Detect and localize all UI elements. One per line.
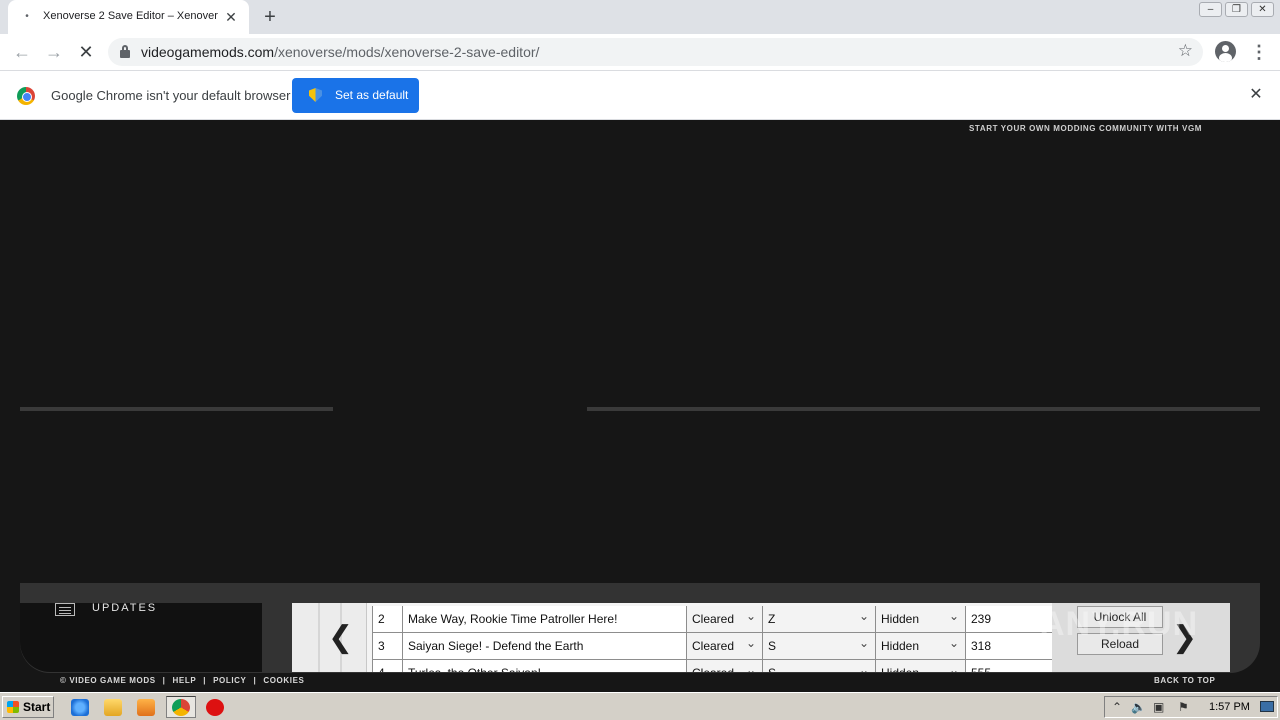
show-desktop-icon[interactable] bbox=[1260, 701, 1274, 712]
taskbar: Start ⌃ 🔈 ▣ ⚑ 1:57 PM bbox=[0, 692, 1280, 720]
tab-title: Xenoverse 2 Save Editor – Xenovers bbox=[43, 10, 218, 22]
back-button[interactable]: ← bbox=[10, 40, 34, 64]
stop-sign-icon[interactable] bbox=[206, 699, 224, 716]
window-controls: – ❐ ✕ bbox=[1199, 2, 1274, 17]
infobar-message: Google Chrome isn't your default browser bbox=[51, 88, 291, 103]
value-cell: 318 bbox=[965, 633, 1052, 659]
uac-shield-icon bbox=[309, 88, 322, 102]
footer-link-help[interactable]: HELP bbox=[173, 676, 197, 685]
rank-select[interactable]: Z bbox=[762, 606, 875, 632]
row-number: 4 bbox=[372, 660, 402, 672]
media-player-icon[interactable] bbox=[137, 699, 155, 716]
gallery-prev-arrow-icon[interactable]: ❮ bbox=[328, 623, 353, 653]
footer-separator: | bbox=[162, 676, 166, 685]
table-row: 3 Saiyan Siege! - Defend the Earth Clear… bbox=[372, 633, 1052, 660]
tab-strip: • Xenoverse 2 Save Editor – Xenovers ✕ +… bbox=[0, 0, 1280, 34]
lock-icon[interactable] bbox=[120, 45, 130, 58]
rank-select[interactable]: S bbox=[762, 633, 875, 659]
status-select[interactable]: Cleared bbox=[686, 660, 762, 672]
visibility-select[interactable]: Hidden bbox=[875, 633, 965, 659]
footer-separator: | bbox=[253, 676, 257, 685]
set-as-default-button[interactable]: Set as default bbox=[292, 78, 419, 113]
url-host: videogamemods.com bbox=[141, 44, 275, 60]
chrome-taskbar-button[interactable] bbox=[166, 696, 196, 718]
mission-table: 2 Make Way, Rookie Time Patroller Here! … bbox=[372, 603, 1052, 672]
browser-menu-icon[interactable]: ⋮ bbox=[1250, 42, 1268, 62]
start-label: Start bbox=[23, 700, 51, 714]
volume-icon[interactable]: 🔈 bbox=[1131, 701, 1146, 713]
table-row: 2 Make Way, Rookie Time Patroller Here! … bbox=[372, 606, 1052, 633]
address-bar[interactable]: videogamemods.com/xenoverse/mods/xenover… bbox=[108, 38, 1203, 66]
tab-close-icon[interactable]: ✕ bbox=[223, 9, 239, 25]
footer-links: © VIDEO GAME MODS | HELP | POLICY | COOK… bbox=[60, 676, 304, 685]
value-cell: 239 bbox=[965, 606, 1052, 632]
status-select[interactable]: Cleared bbox=[686, 606, 762, 632]
anyrun-watermark: ANY.RUN bbox=[1040, 605, 1199, 643]
visibility-select[interactable]: Hidden bbox=[875, 606, 965, 632]
windows-logo-icon bbox=[7, 701, 19, 713]
list-icon bbox=[55, 603, 75, 616]
stop-loading-button[interactable]: ✕ bbox=[74, 40, 98, 64]
table-row: 4 Turles, the Other Saiyan! Cleared S Hi… bbox=[372, 660, 1052, 672]
chrome-icon bbox=[172, 699, 190, 716]
mission-name: Saiyan Siege! - Defend the Earth bbox=[402, 633, 686, 659]
divider-right bbox=[587, 407, 1260, 411]
back-to-top-link[interactable]: BACK TO TOP bbox=[1154, 676, 1215, 685]
divider-left bbox=[20, 407, 333, 411]
row-number: 2 bbox=[372, 606, 402, 632]
footer-separator: | bbox=[203, 676, 207, 685]
dot-icon: • bbox=[25, 11, 29, 22]
bookmark-star-icon[interactable]: ☆ bbox=[1178, 41, 1193, 61]
updates-heading: UPDATES bbox=[92, 602, 158, 614]
footer-link-cookies[interactable]: COOKIES bbox=[263, 676, 304, 685]
minimize-button[interactable]: – bbox=[1199, 2, 1222, 17]
action-center-flag-icon[interactable]: ⚑ bbox=[1178, 701, 1189, 713]
browser-tab[interactable]: • Xenoverse 2 Save Editor – Xenovers ✕ bbox=[8, 0, 249, 34]
mission-name: Turles, the Other Saiyan! bbox=[402, 660, 686, 672]
browser-toolbar: ← → ✕ videogamemods.com/xenoverse/mods/x… bbox=[0, 34, 1280, 71]
start-button[interactable]: Start bbox=[2, 696, 54, 718]
forward-button[interactable]: → bbox=[42, 40, 66, 64]
row-number: 3 bbox=[372, 633, 402, 659]
internet-explorer-icon[interactable] bbox=[71, 699, 89, 716]
new-tab-button[interactable]: + bbox=[258, 6, 282, 28]
restore-button[interactable]: ❐ bbox=[1225, 2, 1248, 17]
footer-link-policy[interactable]: POLICY bbox=[213, 676, 246, 685]
profile-avatar-icon[interactable] bbox=[1215, 41, 1236, 62]
set-as-default-label: Set as default bbox=[335, 88, 409, 102]
rank-select[interactable]: S bbox=[762, 660, 875, 672]
chrome-logo-icon bbox=[17, 87, 35, 105]
copyright-text: © VIDEO GAME MODS bbox=[60, 676, 156, 685]
tray-expand-icon[interactable]: ⌃ bbox=[1112, 701, 1122, 713]
default-browser-infobar: Google Chrome isn't your default browser… bbox=[0, 71, 1280, 120]
network-icon[interactable]: ▣ bbox=[1153, 701, 1164, 713]
close-window-button[interactable]: ✕ bbox=[1251, 2, 1274, 17]
url-text[interactable]: videogamemods.com/xenoverse/mods/xenover… bbox=[141, 44, 539, 60]
system-tray: ⌃ 🔈 ▣ ⚑ 1:57 PM bbox=[1104, 696, 1278, 718]
url-path: /xenoverse/mods/xenoverse-2-save-editor/ bbox=[274, 44, 540, 60]
mission-name: Make Way, Rookie Time Patroller Here! bbox=[402, 606, 686, 632]
status-select[interactable]: Cleared bbox=[686, 633, 762, 659]
value-cell: 555 bbox=[965, 660, 1052, 672]
promo-link[interactable]: START YOUR OWN MODDING COMMUNITY WITH VG… bbox=[969, 124, 1202, 133]
clock[interactable]: 1:57 PM bbox=[1209, 701, 1250, 713]
infobar-close-icon[interactable]: ✕ bbox=[1247, 86, 1265, 104]
file-explorer-icon[interactable] bbox=[104, 699, 122, 716]
visibility-select[interactable]: Hidden bbox=[875, 660, 965, 672]
